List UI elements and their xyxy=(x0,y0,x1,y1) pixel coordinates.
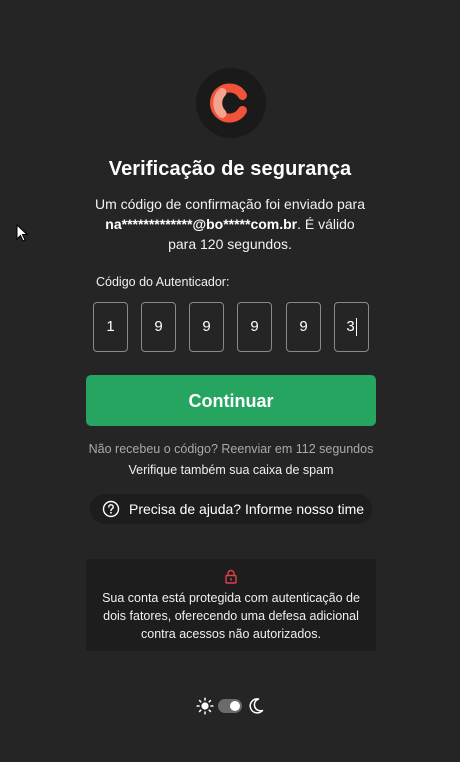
help-button-label: Precisa de ajuda? Informe nosso time xyxy=(129,501,365,517)
two-factor-info-text: Sua conta está protegida com autenticaçã… xyxy=(102,591,360,641)
moon-icon xyxy=(249,698,264,714)
code-digit-input[interactable]: 9 xyxy=(141,302,176,352)
page-title: Verificação de segurança xyxy=(108,158,352,180)
code-digit-input[interactable]: 9 xyxy=(237,302,272,352)
code-digit-input[interactable]: 3 xyxy=(334,302,369,352)
theme-toggle[interactable] xyxy=(218,699,242,713)
brand-logo-icon xyxy=(196,68,266,138)
verification-description: Um código de confirmação foi enviado par… xyxy=(60,194,400,254)
code-digit-input[interactable]: 9 xyxy=(189,302,224,352)
help-button[interactable]: Precisa de ajuda? Informe nosso time xyxy=(90,494,372,524)
mouse-cursor-icon xyxy=(16,224,28,242)
theme-switcher xyxy=(196,695,268,717)
verification-page: Verificação de segurança Um código de co… xyxy=(0,0,460,762)
description-line-2-suffix: . É válido xyxy=(297,216,355,232)
sun-icon xyxy=(196,697,214,715)
code-digit-input[interactable]: 9 xyxy=(286,302,321,352)
text-caret xyxy=(355,318,357,337)
lock-icon xyxy=(225,569,237,584)
description-line-3: para 120 segundos. xyxy=(168,236,292,252)
masked-email: na*************@bo*****com.br xyxy=(105,216,298,232)
code-input-row: 1 9 9 9 9 3 xyxy=(93,302,370,352)
code-label: Código do Autenticador: xyxy=(96,275,230,289)
spam-hint-text: Verifique também sua caixa de spam xyxy=(128,463,334,477)
continue-button[interactable]: Continuar xyxy=(86,375,376,426)
description-line-1: Um código de confirmação foi enviado par… xyxy=(94,196,366,212)
help-circle-icon xyxy=(102,500,120,518)
code-digit-input[interactable]: 1 xyxy=(93,302,128,352)
resend-countdown-text: Não recebeu o código? Reenviar em 112 se… xyxy=(88,442,374,456)
two-factor-info-box: Sua conta está protegida com autenticaçã… xyxy=(86,559,376,651)
theme-toggle-knob xyxy=(230,701,240,711)
